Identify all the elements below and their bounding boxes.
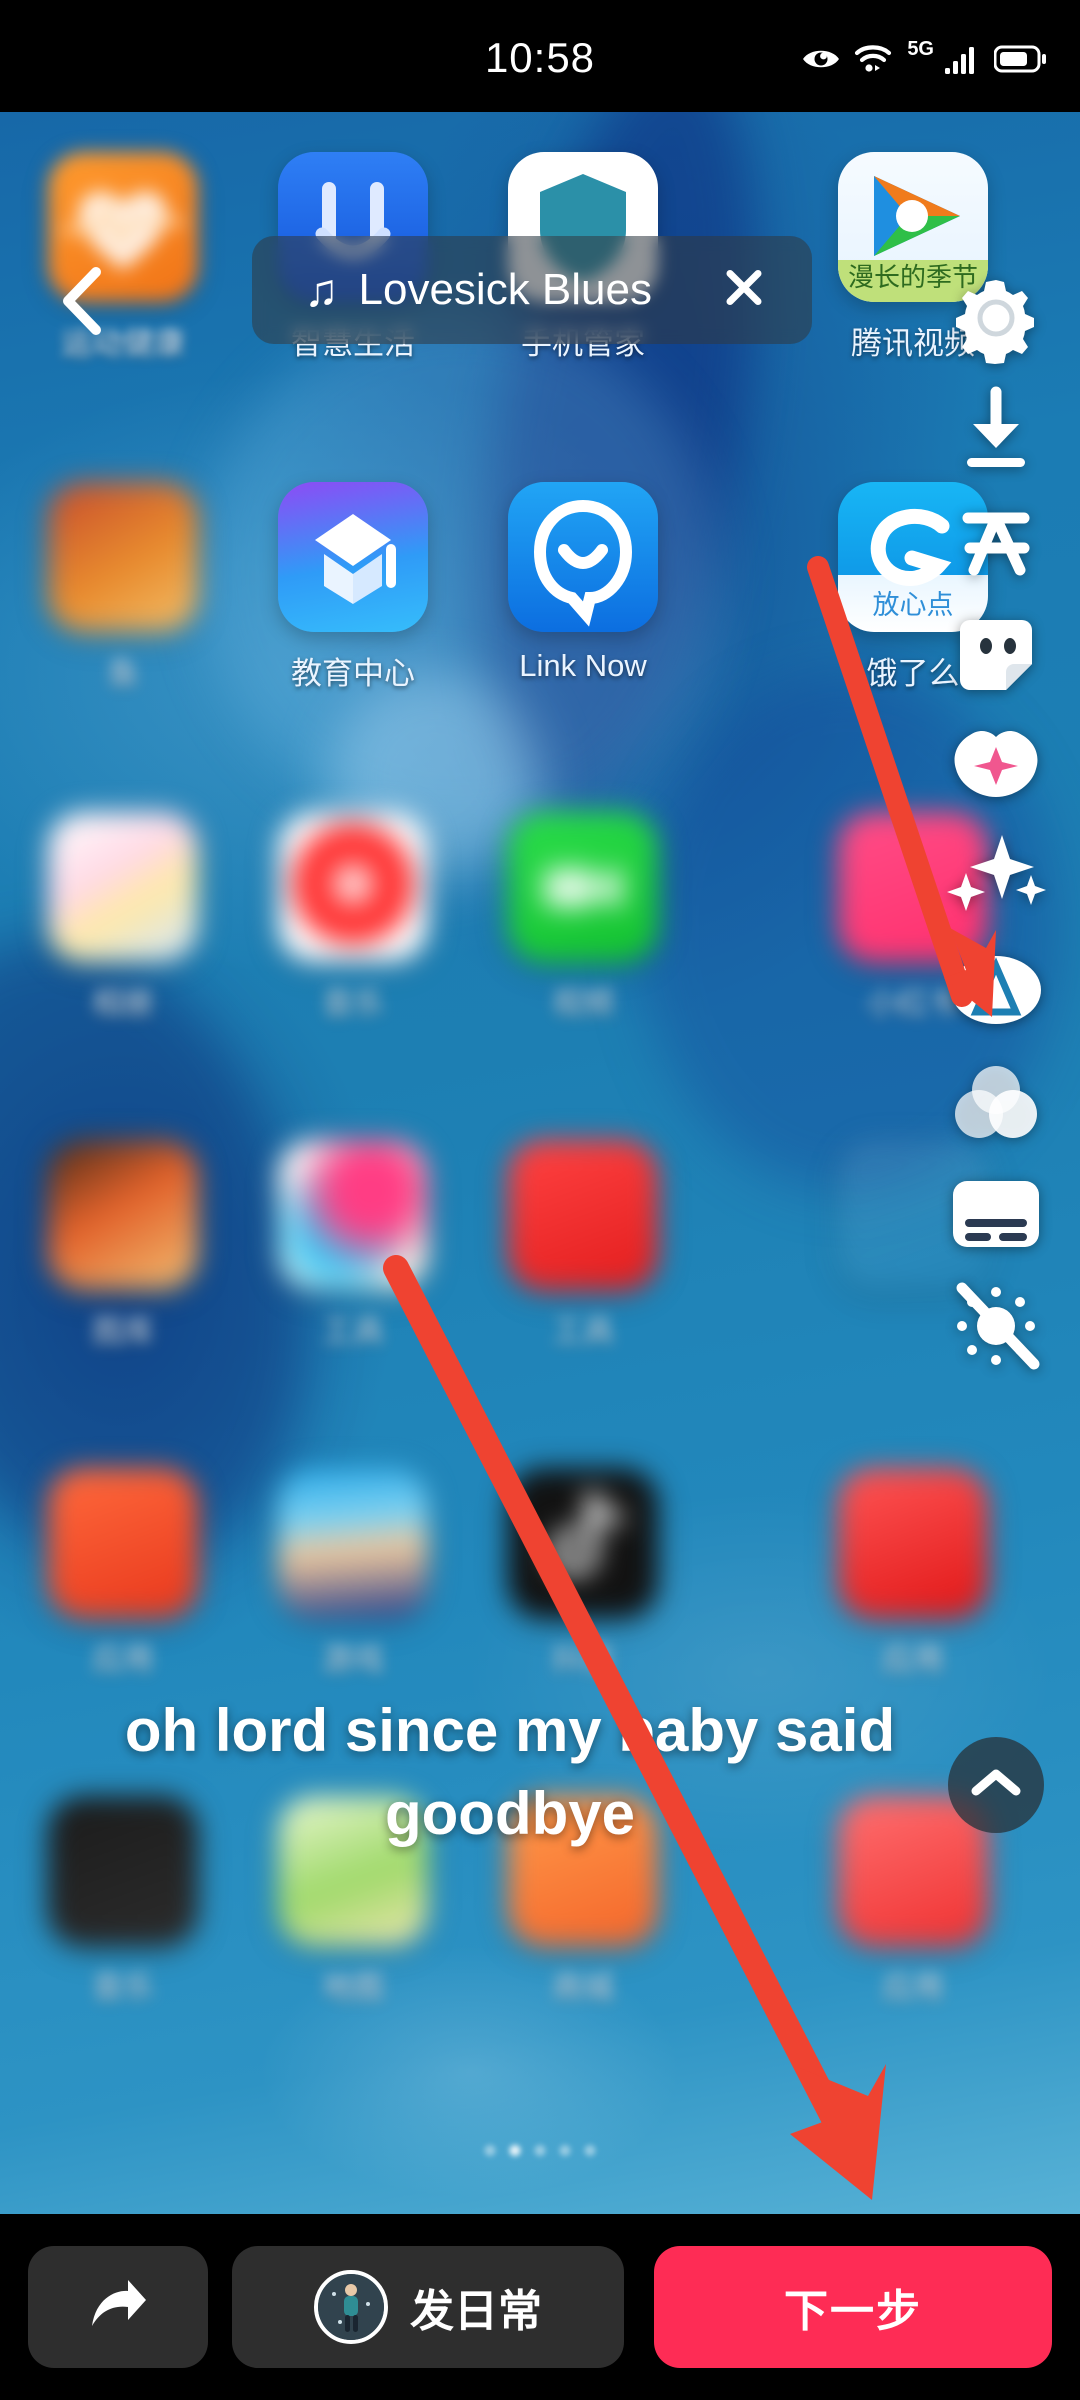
- app-icon: [838, 1468, 988, 1618]
- share-arrow-icon: [84, 2274, 152, 2341]
- app-douyin[interactable]: 抖音: [508, 1468, 658, 1679]
- app-icon: [508, 812, 658, 962]
- app-link-now[interactable]: Link Now: [508, 482, 658, 684]
- next-step-button[interactable]: 下一步: [654, 2246, 1052, 2368]
- editing-toolbar[interactable]: [930, 262, 1062, 1382]
- lyric-line-2: goodbye: [385, 1779, 635, 1847]
- app-icon: [48, 1140, 198, 1290]
- home-screen-app-grid[interactable]: 运动健康 智慧生活 手机管家: [0, 112, 1080, 2214]
- eye-care-icon: [801, 45, 841, 73]
- status-bar-icons: 5G: [801, 38, 1046, 74]
- app-label: 图库: [92, 1314, 154, 1349]
- adjust-circles-icon[interactable]: [930, 1046, 1062, 1158]
- wifi-icon: [854, 44, 892, 74]
- sticker-icon[interactable]: [930, 598, 1062, 710]
- app-label: 地图: [322, 1970, 384, 2005]
- app-character[interactable]: 游戏: [278, 1468, 428, 1679]
- app-label: 工具: [322, 1314, 384, 1349]
- beautify-icon[interactable]: [930, 710, 1062, 822]
- battery-icon: [994, 45, 1046, 73]
- signal-bars-icon: [945, 44, 981, 74]
- effects-sparkle-icon[interactable]: [930, 822, 1062, 934]
- download-icon[interactable]: [930, 374, 1062, 486]
- post-daily-label: 发日常: [410, 2287, 542, 2336]
- post-daily-button[interactable]: 发日常: [232, 2246, 624, 2368]
- filter-a-icon[interactable]: [930, 934, 1062, 1046]
- app-education[interactable]: 教育中心: [278, 482, 428, 693]
- app-icon: [48, 812, 198, 962]
- app-label: 视频: [552, 986, 614, 1021]
- app-label: 游戏: [322, 1642, 384, 1677]
- chevron-up-icon: [969, 1765, 1023, 1806]
- app-label: 抖音: [552, 1642, 614, 1677]
- app-label: 商城: [552, 1970, 614, 2005]
- app-icon: [278, 482, 428, 632]
- music-track-chip[interactable]: ♫ Lovesick Blues: [252, 236, 812, 344]
- app-label: 应用: [882, 1642, 944, 1677]
- app-gallery-dark[interactable]: 图库: [48, 1140, 198, 1351]
- lyric-caption[interactable]: oh lord since my baby said goodbye: [60, 1690, 960, 1856]
- share-button[interactable]: [28, 2246, 208, 2368]
- 5g-icon: 5G: [907, 37, 934, 60]
- app-gradient[interactable]: 工具: [278, 1140, 428, 1351]
- lyric-line-1: oh lord since my baby said: [124, 1697, 896, 1764]
- collapse-toolbar-button[interactable]: [948, 1737, 1044, 1833]
- back-button[interactable]: [52, 262, 116, 345]
- app-icon: [508, 1468, 658, 1618]
- app-red-tool[interactable]: 工具: [508, 1140, 658, 1351]
- app-label: 鱼: [107, 656, 139, 691]
- app-label: 音乐: [322, 986, 384, 1021]
- settings-gear-icon[interactable]: [930, 262, 1062, 374]
- app-red-heart[interactable]: 应用: [838, 1468, 988, 1679]
- app-icon: [278, 812, 428, 962]
- app-icon: [508, 1140, 658, 1290]
- app-icon: [48, 482, 198, 632]
- app-label: 相册: [92, 986, 154, 1021]
- app-icon: [278, 1468, 428, 1618]
- home-screen-page-indicator: [484, 2145, 596, 2156]
- app-game[interactable]: 鱼: [48, 482, 198, 693]
- app-label: 应用: [882, 1970, 944, 2005]
- app-music[interactable]: 音乐: [278, 812, 428, 1023]
- video-editor-screen: 10:58 5G 运动健康 漫长的季节 腾讯视频 鱼 教育中心 Link Now…: [0, 0, 1080, 2400]
- app-photos[interactable]: 相册: [48, 812, 198, 1023]
- captions-icon[interactable]: [930, 1158, 1062, 1270]
- app-icon: [508, 482, 658, 632]
- flash-off-icon[interactable]: [930, 1270, 1062, 1382]
- app-label: 音乐: [92, 1970, 154, 2005]
- app-icon: [48, 1468, 198, 1618]
- bottom-action-bar: 发日常 下一步: [0, 2214, 1080, 2400]
- app-label: 工具: [552, 1314, 614, 1349]
- close-icon[interactable]: [718, 262, 770, 319]
- next-step-label: 下一步: [784, 2287, 922, 2336]
- avatar: [314, 2270, 388, 2344]
- app-icon: [278, 1140, 428, 1290]
- text-icon[interactable]: [930, 486, 1062, 598]
- app-label: 教育中心: [291, 656, 415, 691]
- video-preview-stage[interactable]: 运动健康 智慧生活 手机管家: [0, 112, 1080, 2214]
- app-label: 应用: [92, 1642, 154, 1677]
- app-label: Link Now: [519, 648, 647, 683]
- app-orange-red[interactable]: 应用: [48, 1468, 198, 1679]
- app-wechat-video[interactable]: 视频: [508, 812, 658, 1023]
- music-track-title: Lovesick Blues: [358, 265, 652, 314]
- status-bar: 10:58 5G: [0, 0, 1080, 112]
- music-note-icon: ♫: [304, 264, 339, 316]
